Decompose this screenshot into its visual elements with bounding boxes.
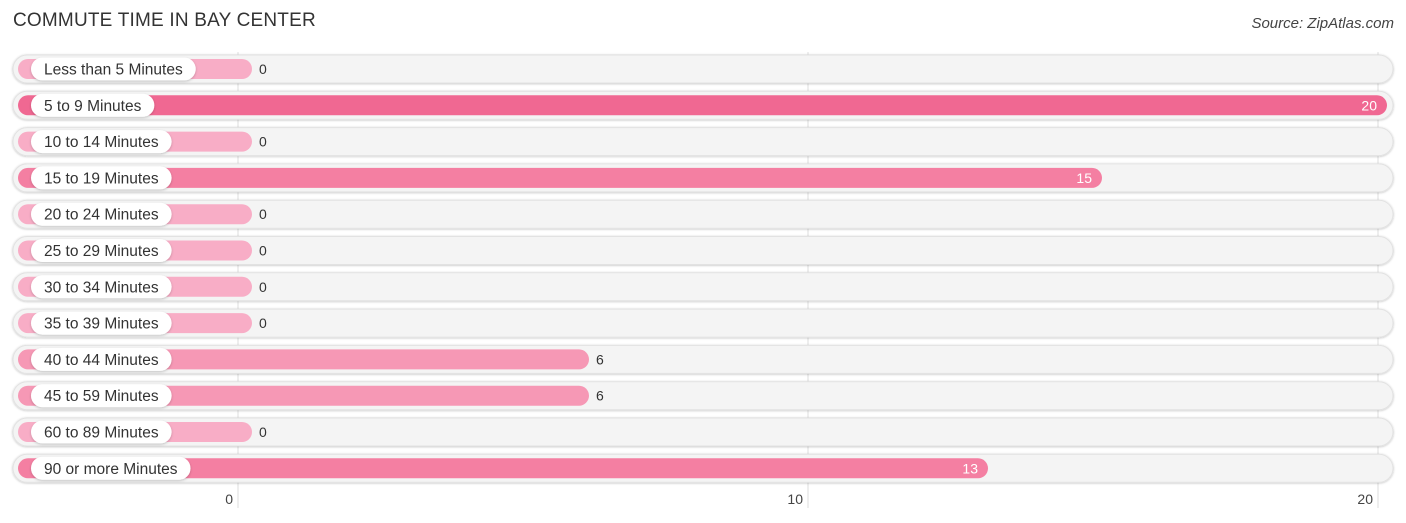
category-label: 20 to 24 Minutes: [44, 207, 159, 224]
x-tick-label: 20: [1357, 491, 1373, 507]
value-label: 6: [596, 351, 604, 367]
x-tick-label: 0: [225, 491, 233, 507]
category-label: 10 to 14 Minutes: [44, 134, 159, 151]
value-label: 0: [259, 424, 267, 440]
bar: [18, 95, 1387, 116]
bar: [18, 167, 1102, 188]
bar-row: 60 to 89 Minutes 0: [12, 417, 1394, 447]
value-label: 0: [259, 243, 267, 259]
value-label: 0: [259, 279, 267, 295]
value-label: 13: [962, 460, 978, 476]
category-label: 5 to 9 Minutes: [44, 98, 142, 115]
category-label: 35 to 39 Minutes: [44, 316, 159, 333]
category-label: 60 to 89 Minutes: [44, 425, 159, 442]
category-label: 30 to 34 Minutes: [44, 279, 159, 296]
bar-row: 15 to 19 Minutes 15: [12, 163, 1394, 193]
bar-chart: Less than 5 Minutes 0 5 to 9 Minutes 20 10 t…: [12, 52, 1394, 508]
category-label: 25 to 29 Minutes: [44, 243, 159, 260]
value-label: 0: [259, 206, 267, 222]
category-label: Less than 5 Minutes: [44, 62, 183, 79]
bar-row: Less than 5 Minutes 0: [12, 54, 1394, 84]
category-label: 40 to 44 Minutes: [44, 352, 159, 369]
value-label: 6: [596, 388, 604, 404]
x-axis-ticks: 0 10 20: [225, 491, 1373, 507]
bar-rows: Less than 5 Minutes 0 5 to 9 Minutes 20 10 t…: [12, 54, 1394, 483]
value-label: 0: [259, 134, 267, 150]
bar-row: 90 or more Minutes 13: [12, 453, 1394, 483]
category-label: 15 to 19 Minutes: [44, 170, 159, 187]
category-label: 90 or more Minutes: [44, 461, 178, 478]
bar-row: 35 to 39 Minutes 0: [12, 308, 1394, 338]
bar-row: 40 to 44 Minutes 6: [12, 344, 1394, 374]
bar-row: 45 to 59 Minutes 6: [12, 381, 1394, 411]
bar-row: 10 to 14 Minutes 0: [12, 127, 1394, 157]
bar-row: 5 to 9 Minutes 20: [12, 90, 1394, 120]
value-label: 20: [1361, 97, 1377, 113]
category-label: 45 to 59 Minutes: [44, 388, 159, 405]
bar-row: 20 to 24 Minutes 0: [12, 199, 1394, 229]
value-label: 0: [259, 315, 267, 331]
value-label: 15: [1076, 170, 1092, 186]
value-label: 0: [259, 61, 267, 77]
bar-row: 25 to 29 Minutes 0: [12, 236, 1394, 265]
bar-row: 30 to 34 Minutes 0: [12, 272, 1394, 302]
x-tick-label: 10: [787, 491, 803, 507]
